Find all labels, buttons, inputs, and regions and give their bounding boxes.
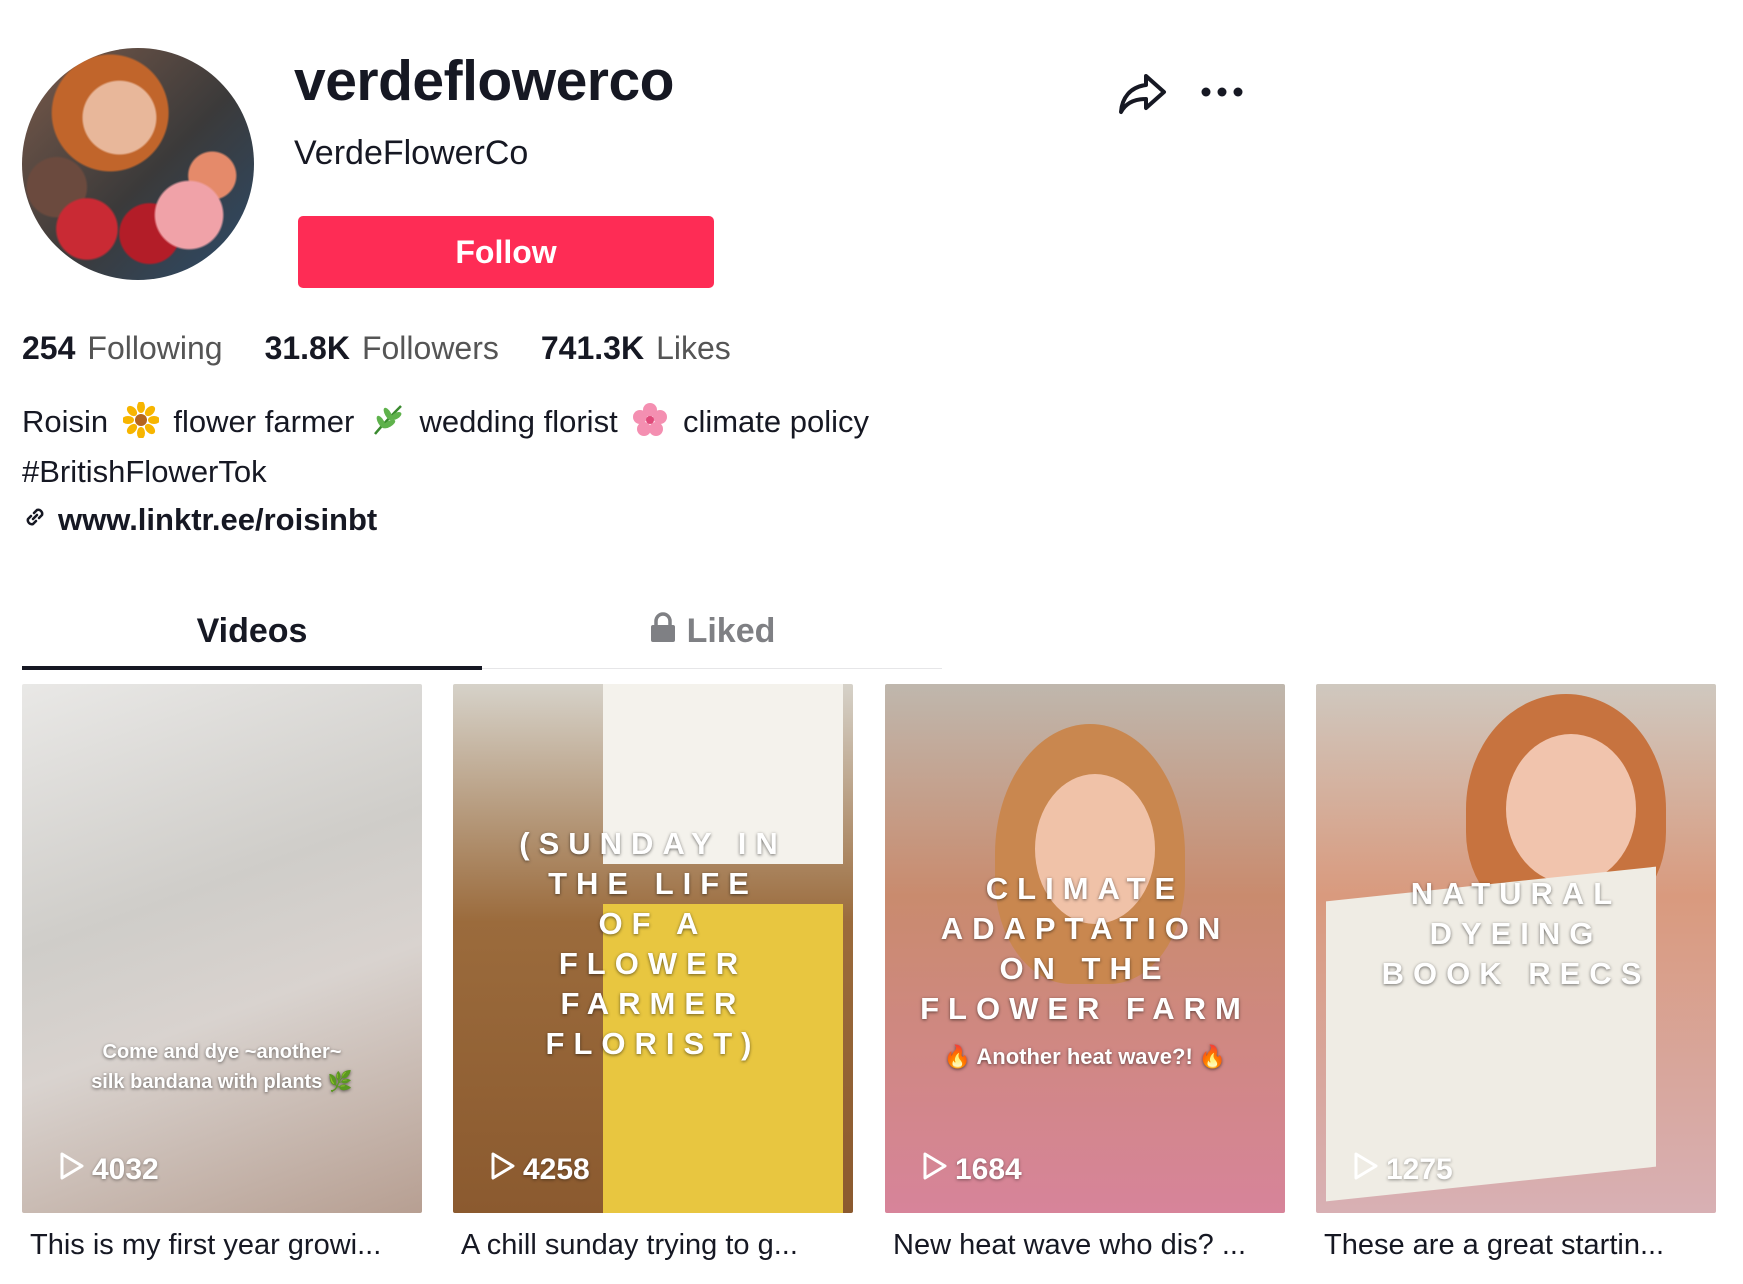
video-caption[interactable]: These are a great startin...: [1316, 1229, 1716, 1262]
bio-role-farmer: flower farmer: [173, 404, 355, 439]
more-options-icon[interactable]: [1196, 66, 1248, 118]
video-card[interactable]: (SUNDAY IN THE LIFE OF A FLOWER FARMER F…: [453, 684, 853, 1262]
share-icon[interactable]: [1116, 68, 1170, 120]
view-count: 4032: [56, 1151, 159, 1189]
profile-avatar: [22, 48, 254, 280]
video-caption[interactable]: New heat wave who dis? ...: [885, 1229, 1285, 1262]
video-thumbnail[interactable]: (SUNDAY IN THE LIFE OF A FLOWER FARMER F…: [453, 684, 853, 1213]
play-icon: [1350, 1151, 1380, 1189]
likes-stat: 741.3K Likes: [541, 330, 731, 367]
herb-icon: [369, 402, 405, 450]
active-tab-indicator: [22, 666, 482, 670]
tab-liked[interactable]: Liked: [482, 596, 942, 666]
link-icon: [22, 502, 48, 538]
video-caption[interactable]: This is my first year growi...: [22, 1229, 422, 1262]
likes-label: Likes: [656, 330, 731, 366]
profile-link[interactable]: www.linktr.ee/roisinbt: [22, 502, 377, 538]
play-icon: [487, 1151, 517, 1189]
video-thumbnail[interactable]: Come and dye ~another~ silk bandana with…: [22, 684, 422, 1213]
followers-count: 31.8K: [264, 330, 350, 366]
video-overlay-text: NATURAL DYEING BOOK RECS: [1381, 876, 1651, 991]
sunflower-icon: [121, 401, 160, 450]
person-face: [1506, 734, 1636, 884]
view-count: 1275: [1350, 1151, 1453, 1189]
video-card[interactable]: NATURAL DYEING BOOK RECS 1275 These are …: [1316, 684, 1716, 1262]
followers-stat[interactable]: 31.8K Followers: [265, 330, 499, 367]
view-count: 4258: [487, 1151, 590, 1189]
video-overlay-text: (SUNDAY IN THE LIFE OF A FLOWER FARMER F…: [519, 826, 787, 1061]
follow-button[interactable]: Follow: [298, 216, 714, 288]
link-text: www.linktr.ee/roisinbt: [58, 502, 378, 537]
following-label: Following: [87, 330, 223, 366]
lock-icon: [649, 611, 677, 652]
username: verdeflowerco: [294, 49, 674, 113]
bio-hashtag[interactable]: #BritishFlowerTok: [22, 450, 869, 494]
tab-videos-label: Videos: [196, 611, 308, 650]
following-stat[interactable]: 254 Following: [22, 330, 223, 367]
view-count-value: 1684: [955, 1153, 1022, 1186]
video-thumbnail[interactable]: CLIMATE ADAPTATION ON THE FLOWER FARM 🔥 …: [885, 684, 1285, 1213]
view-count-value: 1275: [1386, 1153, 1453, 1186]
likes-count: 741.3K: [540, 330, 645, 366]
followers-label: Followers: [361, 330, 499, 366]
profile-tabs: Videos Liked: [22, 596, 942, 670]
play-icon: [56, 1151, 86, 1189]
profile-stats: 254 Following 31.8K Followers 741.3K Likes: [22, 330, 731, 367]
video-thumbnail[interactable]: NATURAL DYEING BOOK RECS 1275: [1316, 684, 1716, 1213]
tab-videos[interactable]: Videos: [22, 596, 482, 666]
bio-role-policy: climate policy: [682, 404, 869, 439]
bio-role-florist: wedding florist: [419, 404, 618, 439]
video-overlay-text: Come and dye ~another~ silk bandana with…: [91, 1041, 353, 1093]
bio-name: Roisin: [22, 404, 109, 439]
play-icon: [919, 1151, 949, 1189]
display-name: VerdeFlowerCo: [294, 134, 529, 172]
view-count-value: 4258: [523, 1153, 590, 1186]
video-overlay-text: CLIMATE ADAPTATION ON THE FLOWER FARM: [920, 871, 1250, 1026]
view-count: 1684: [919, 1151, 1022, 1189]
video-overlay-subtext: 🔥 Another heat wave?! 🔥: [943, 1044, 1227, 1069]
cherry-blossom-icon: [632, 402, 668, 450]
view-count-value: 4032: [92, 1153, 159, 1186]
video-caption[interactable]: A chill sunday trying to g...: [453, 1229, 853, 1262]
video-card[interactable]: Come and dye ~another~ silk bandana with…: [22, 684, 422, 1262]
profile-bio: Roisin flower farmer wedding florist cli…: [22, 400, 869, 494]
tab-liked-label: Liked: [686, 611, 776, 650]
video-card[interactable]: CLIMATE ADAPTATION ON THE FLOWER FARM 🔥 …: [885, 684, 1285, 1262]
following-count: 254: [22, 330, 76, 366]
